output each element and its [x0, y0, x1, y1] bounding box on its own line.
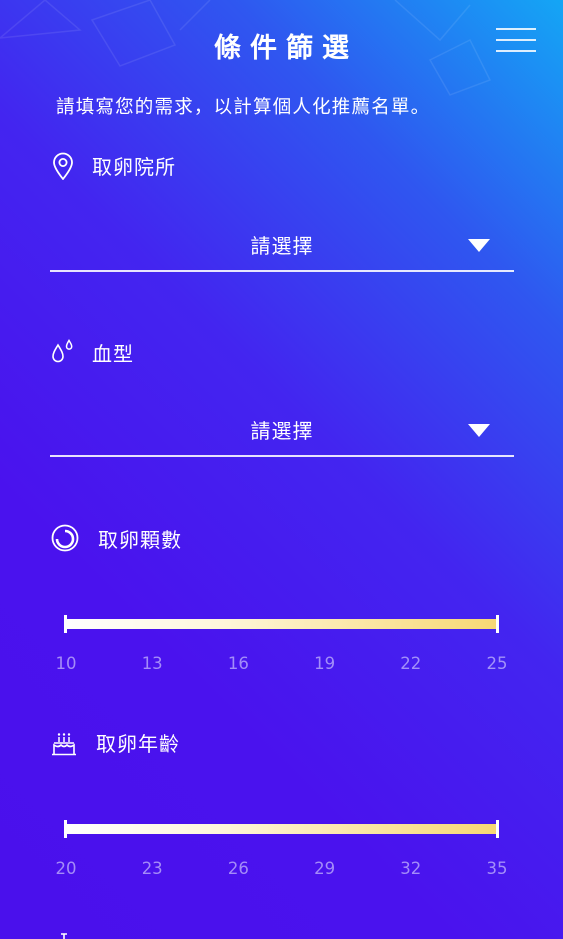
- next-section-icon: [61, 933, 67, 939]
- tick-label: 35: [486, 859, 508, 878]
- intro-text: 請填寫您的需求，以計算個人化推薦名單。: [56, 97, 431, 118]
- hamburger-line: [496, 39, 536, 41]
- slider-max-handle[interactable]: [496, 820, 499, 838]
- egg-age-range-slider[interactable]: [64, 820, 499, 838]
- page-title: 條件篩選: [214, 33, 358, 64]
- tick-label: 19: [314, 654, 336, 673]
- clinic-select[interactable]: 請選擇: [50, 220, 514, 272]
- blood-type-label: 血型: [92, 342, 134, 366]
- dropdown-arrow-icon: [468, 239, 490, 252]
- egg-count-label-row: 取卵顆數: [50, 523, 182, 553]
- slider-max-handle[interactable]: [496, 615, 499, 633]
- water-drops-icon: [52, 338, 73, 362]
- tick-label: 20: [55, 859, 77, 878]
- tick-label: 22: [400, 654, 422, 673]
- egg-count-label: 取卵顆數: [98, 527, 182, 552]
- birthday-cake-icon: [52, 732, 76, 755]
- blood-type-label-row: 血型: [50, 338, 134, 367]
- location-pin-icon: [53, 152, 73, 180]
- menu-button[interactable]: [496, 25, 536, 55]
- dropdown-arrow-icon: [468, 424, 490, 437]
- tick-label: 25: [486, 654, 508, 673]
- slider-track: [65, 824, 498, 834]
- tick-label: 23: [141, 859, 163, 878]
- tick-label: 16: [227, 654, 249, 673]
- egg-circle-icon: [51, 524, 79, 552]
- egg-count-tick-labels: 10 13 16 19 22 25: [56, 654, 508, 674]
- slider-min-handle[interactable]: [64, 820, 67, 838]
- tick-label: 10: [55, 654, 77, 673]
- egg-count-range-slider[interactable]: [64, 615, 499, 633]
- egg-age-tick-labels: 20 23 26 29 32 35: [56, 859, 508, 879]
- clinic-label-row: 取卵院所: [50, 151, 176, 180]
- header: 條件篩選: [0, 0, 563, 90]
- slider-track: [65, 619, 498, 629]
- egg-age-label-row: 取卵年齡: [50, 728, 180, 757]
- tick-label: 32: [400, 859, 422, 878]
- hamburger-menu-icon: [496, 28, 536, 30]
- tick-label: 26: [227, 859, 249, 878]
- clinic-label: 取卵院所: [92, 155, 176, 179]
- hamburger-line: [496, 50, 536, 52]
- slider-min-handle[interactable]: [64, 615, 67, 633]
- clinic-select-value: 請選擇: [250, 234, 314, 258]
- egg-age-label: 取卵年齡: [96, 732, 180, 756]
- tick-label: 29: [314, 859, 336, 878]
- blood-type-select-value: 請選擇: [250, 419, 314, 443]
- tick-label: 13: [141, 654, 163, 673]
- blood-type-select[interactable]: 請選擇: [50, 405, 514, 457]
